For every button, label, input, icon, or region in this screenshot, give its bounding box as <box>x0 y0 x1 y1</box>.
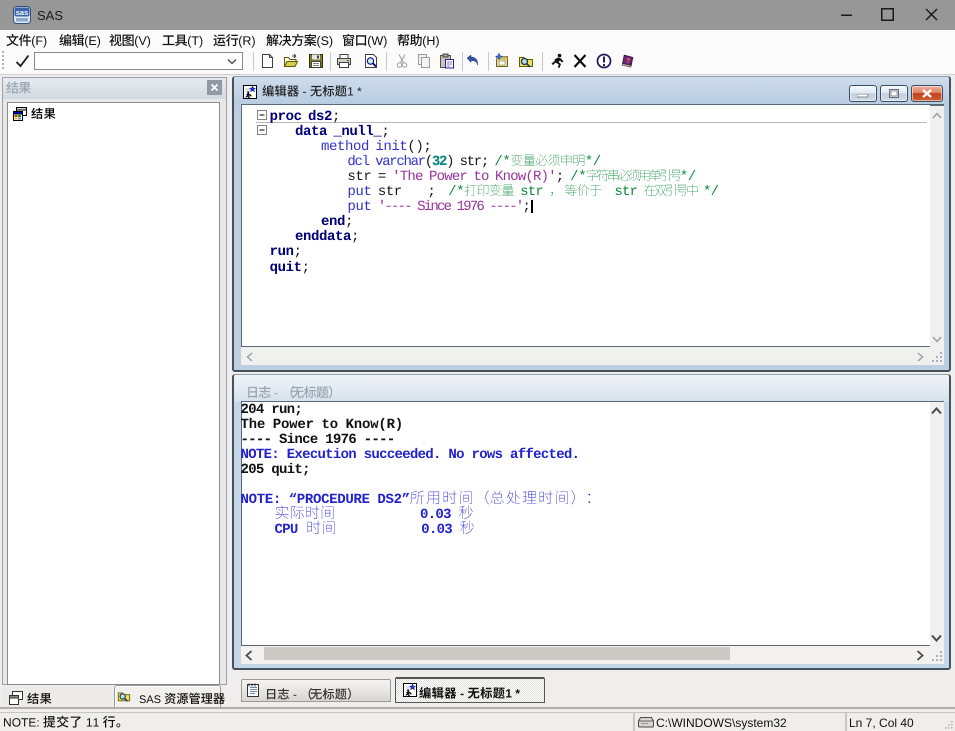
svg-text:sas: sas <box>16 8 29 17</box>
